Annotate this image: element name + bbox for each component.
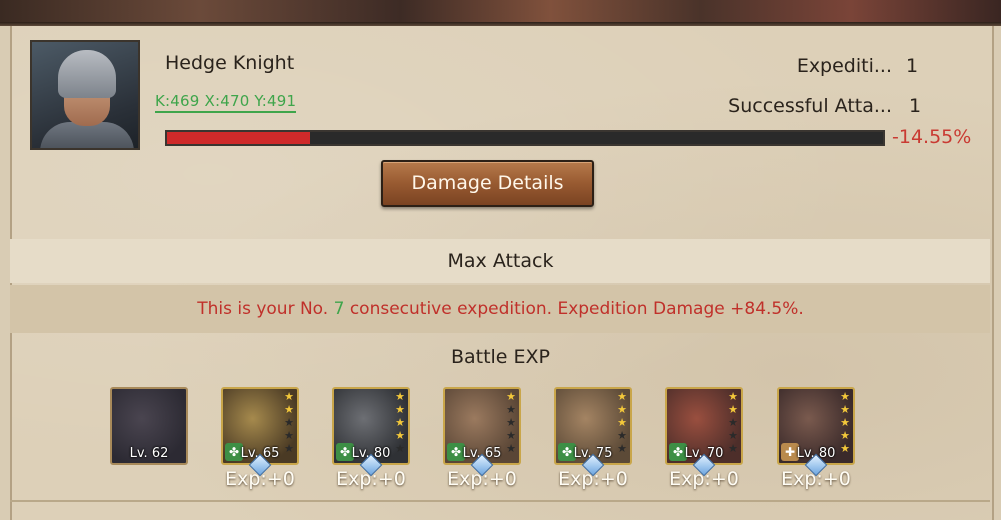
- star-icon: ★: [617, 403, 627, 416]
- unit-exp: Exp:+0: [558, 468, 628, 490]
- star-icon: ★: [728, 403, 738, 416]
- star-icon: ★: [728, 416, 738, 429]
- star-icon: ★: [840, 403, 850, 416]
- unit-exp: Exp:+0: [447, 468, 517, 490]
- consecutive-prefix: This is your No.: [197, 299, 329, 319]
- successful-attacks-label: Successful Atta...: [728, 95, 892, 117]
- commander-coords-link[interactable]: K:469 X:470 Y:491: [155, 92, 297, 113]
- star-icon: ★: [395, 390, 405, 403]
- expeditions-label: Expediti...: [796, 55, 892, 77]
- consecutive-expedition-text: This is your No. 7 consecutive expeditio…: [0, 299, 1001, 319]
- divider: [10, 500, 990, 502]
- star-icon: ★: [728, 390, 738, 403]
- battle-exp-heading: Battle EXP: [450, 346, 551, 368]
- star-icon: ★: [728, 429, 738, 442]
- star-icon: ★: [395, 403, 405, 416]
- star-icon: ★: [395, 416, 405, 429]
- commander-portrait[interactable]: [30, 40, 140, 150]
- unit-exp: Exp:+0: [336, 468, 406, 490]
- star-icon: ★: [284, 429, 294, 442]
- star-icon: ★: [284, 403, 294, 416]
- star-icon: ★: [840, 429, 850, 442]
- troop-loss-bar-fill: [167, 132, 311, 144]
- star-icon: ★: [506, 403, 516, 416]
- star-icon: ★: [840, 390, 850, 403]
- portrait-armor: [40, 122, 134, 148]
- damage-details-button[interactable]: Damage Details: [381, 160, 594, 207]
- successful-attacks-value: 1: [909, 95, 922, 117]
- unit-exp: Exp:+0: [225, 468, 295, 490]
- troop-loss-percent: -14.55%: [892, 126, 972, 148]
- unit-level: Lv. 62: [129, 446, 169, 461]
- star-icon: ★: [840, 416, 850, 429]
- star-icon: ★: [617, 429, 627, 442]
- star-icon: ★: [395, 429, 405, 442]
- star-icon: ★: [506, 416, 516, 429]
- expeditions-value: 1: [906, 55, 919, 77]
- consecutive-suffix: consecutive expedition. Expedition Damag…: [349, 299, 804, 319]
- unit-exp: Exp:+0: [669, 468, 739, 490]
- max-attack-heading: Max Attack: [447, 250, 554, 272]
- star-icon: ★: [284, 416, 294, 429]
- battle-banner-art: [0, 0, 1001, 26]
- star-icon: ★: [284, 390, 294, 403]
- star-icon: ★: [617, 390, 627, 403]
- commander-name: Hedge Knight: [165, 52, 295, 74]
- troop-loss-bar: [165, 130, 885, 146]
- star-icon: ★: [617, 416, 627, 429]
- star-icon: ★: [506, 429, 516, 442]
- consecutive-number: 7: [333, 299, 345, 319]
- unit-exp: Exp:+0: [781, 468, 851, 490]
- star-icon: ★: [506, 390, 516, 403]
- portrait-helmet: [58, 50, 116, 98]
- dragon-card[interactable]: Lv. 62: [110, 387, 188, 465]
